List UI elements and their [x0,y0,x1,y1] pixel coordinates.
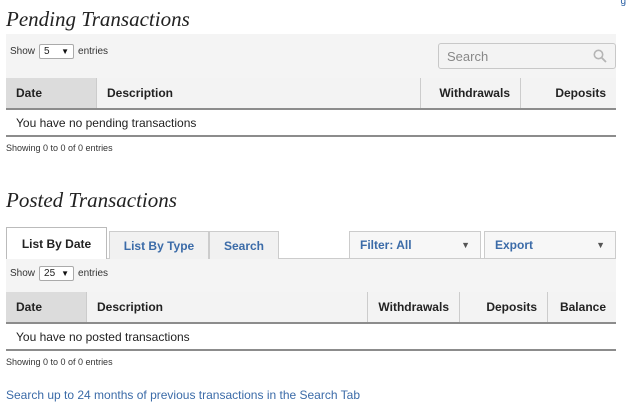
posted-title: Posted Transactions [6,188,177,212]
pending-entries-label: entries [78,46,109,57]
tab-list-by-date[interactable]: List By Date [6,227,107,259]
chevron-down-icon: ▼ [61,269,70,278]
filter-dropdown[interactable]: Filter: All ▼ [349,231,481,259]
corner-link-fragment[interactable]: g [620,0,626,7]
posted-empty-row: You have no posted transactions [6,324,616,351]
pending-empty-message: You have no pending transactions [16,115,197,130]
chevron-down-icon: ▼ [461,240,470,250]
pending-col-deposits[interactable]: Deposits [521,78,616,108]
export-dropdown[interactable]: Export ▼ [484,231,616,259]
pending-table-header: Date Description Withdrawals Deposits [6,78,616,110]
filter-dropdown-label: Filter: All [360,238,412,252]
pending-col-withdrawals[interactable]: Withdrawals [421,78,521,108]
posted-table-info: Showing 0 to 0 of 0 entries [6,357,113,367]
posted-col-deposits[interactable]: Deposits [460,292,548,322]
posted-col-withdrawals[interactable]: Withdrawals [368,292,460,322]
posted-page-length-value: 25 [44,268,56,279]
pending-show-label: Show [10,46,36,57]
posted-empty-message: You have no posted transactions [16,329,190,344]
export-dropdown-label: Export [495,238,534,252]
posted-table-header: Date Description Withdrawals Deposits Ba… [6,292,616,324]
tab-list-by-type[interactable]: List By Type [109,231,209,259]
pending-title: Pending Transactions [6,7,190,31]
search-icon [593,49,607,63]
pending-empty-row: You have no pending transactions [6,110,616,137]
posted-show-label: Show [10,268,36,279]
search-tab-hint-link[interactable]: Search up to 24 months of previous trans… [6,388,360,402]
pending-col-date[interactable]: Date [6,78,97,108]
pending-search-input[interactable]: Search [438,43,616,69]
posted-col-description[interactable]: Description [87,292,368,322]
posted-col-balance[interactable]: Balance [548,292,616,322]
posted-length-control: Show 25 ▼ entries [10,266,108,281]
posted-page-length-select[interactable]: 25 ▼ [39,266,75,281]
tab-search[interactable]: Search [209,231,279,259]
pending-search-placeholder: Search [447,48,489,64]
posted-entries-label: entries [78,268,109,279]
pending-page-length-value: 5 [44,46,50,57]
posted-col-date[interactable]: Date [6,292,87,322]
chevron-down-icon: ▼ [61,47,70,56]
pending-page-length-select[interactable]: 5 ▼ [39,44,75,59]
pending-col-description[interactable]: Description [97,78,421,108]
posted-tab-bar: List By Date List By Type Search Filter:… [6,227,616,259]
pending-table-info: Showing 0 to 0 of 0 entries [6,143,113,153]
pending-length-control: Show 5 ▼ entries [10,44,108,59]
chevron-down-icon: ▼ [596,240,605,250]
